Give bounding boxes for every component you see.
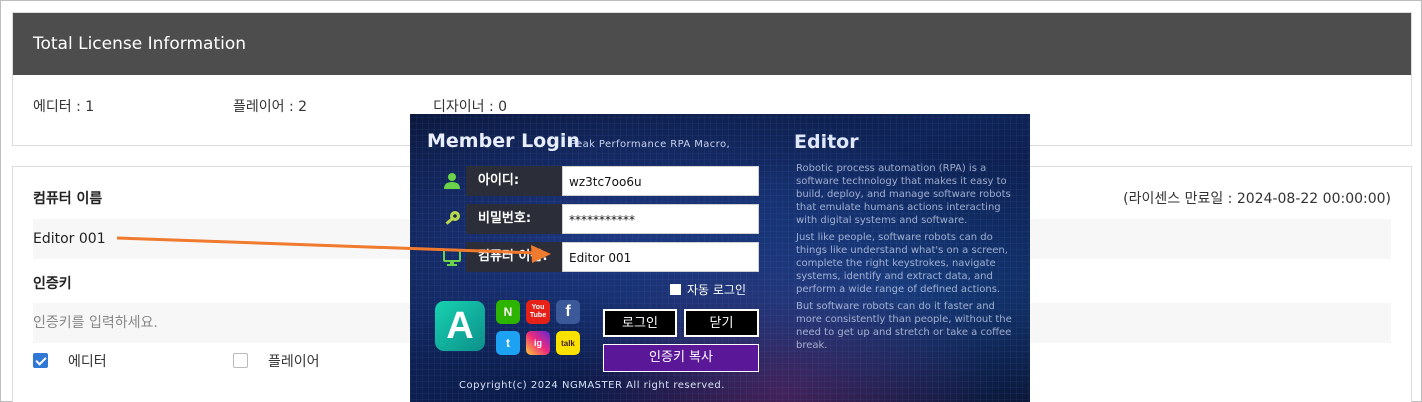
- kakaotalk-icon[interactable]: talk: [556, 331, 580, 355]
- computer-name-value: Editor 001: [33, 231, 106, 247]
- computer-name-login-input[interactable]: Editor 001: [562, 242, 759, 272]
- login-button[interactable]: 로그인: [603, 309, 677, 337]
- facebook-icon[interactable]: f: [556, 300, 580, 324]
- copy-key-button[interactable]: 인증키 복사: [603, 344, 759, 372]
- close-button[interactable]: 닫기: [684, 309, 759, 337]
- id-input[interactable]: wz3tc7oo6u: [562, 166, 759, 196]
- player-checkbox-label: 플레이어: [268, 354, 320, 370]
- player-count: 플레이어 : 2: [233, 99, 308, 115]
- computer-name-login-label: 컴퓨터 이름:: [466, 242, 562, 272]
- monitor-icon: [443, 249, 461, 266]
- instagram-icon[interactable]: ig: [526, 331, 550, 355]
- id-field: 아이디: wz3tc7oo6u: [466, 166, 759, 196]
- editor-description-paragraph: But software robots can do it faster and…: [796, 301, 1012, 351]
- password-input[interactable]: ***********: [562, 204, 759, 234]
- license-expiry: (라이센스 만료일 : 2024-08-22 00:00:00): [1123, 191, 1391, 207]
- computer-name-login-field: 컴퓨터 이름: Editor 001: [466, 242, 759, 272]
- editor-checkbox[interactable]: [33, 353, 48, 368]
- editor-description-paragraph: Robotic process automation (RPA) is a so…: [796, 163, 1011, 226]
- auto-login-box: [670, 284, 681, 295]
- password-field: 비밀번호: ***********: [466, 204, 759, 234]
- login-subtitle: Peak Performance RPA Macro,: [570, 139, 731, 150]
- youtube-icon[interactable]: You Tube: [526, 300, 550, 324]
- auto-login-checkbox[interactable]: 자동 로그인: [670, 281, 746, 298]
- app-logo: A: [435, 301, 485, 351]
- editor-count: 에디터 : 1: [33, 99, 95, 115]
- editor-checkbox-label: 에디터: [68, 354, 107, 370]
- user-icon: [444, 173, 460, 189]
- auto-login-label: 자동 로그인: [687, 283, 747, 297]
- license-header: Total License Information: [13, 13, 1411, 75]
- computer-name-label: 컴퓨터 이름: [33, 191, 103, 207]
- id-label: 아이디:: [466, 166, 562, 196]
- member-login-dialog: Member Login Peak Performance RPA Macro,…: [410, 114, 1030, 402]
- editor-description: Robotic process automation (RPA) is a so…: [796, 162, 1018, 356]
- designer-count: 디자이너 : 0: [433, 99, 508, 115]
- auth-key-placeholder: 인증키를 입력하세요.: [33, 315, 158, 331]
- editor-description-paragraph: Just like people, software robots can do…: [796, 232, 1008, 295]
- copyright-text: Copyright(c) 2024 NGMASTER All right res…: [459, 380, 725, 391]
- editor-title: Editor: [794, 131, 859, 153]
- auth-key-label: 인증키: [33, 276, 72, 292]
- key-icon: [445, 211, 460, 225]
- twitter-icon[interactable]: t: [496, 331, 520, 355]
- player-checkbox[interactable]: [233, 353, 248, 368]
- naver-icon[interactable]: N: [496, 300, 520, 324]
- login-title: Member Login: [427, 130, 580, 152]
- password-label: 비밀번호:: [466, 204, 562, 234]
